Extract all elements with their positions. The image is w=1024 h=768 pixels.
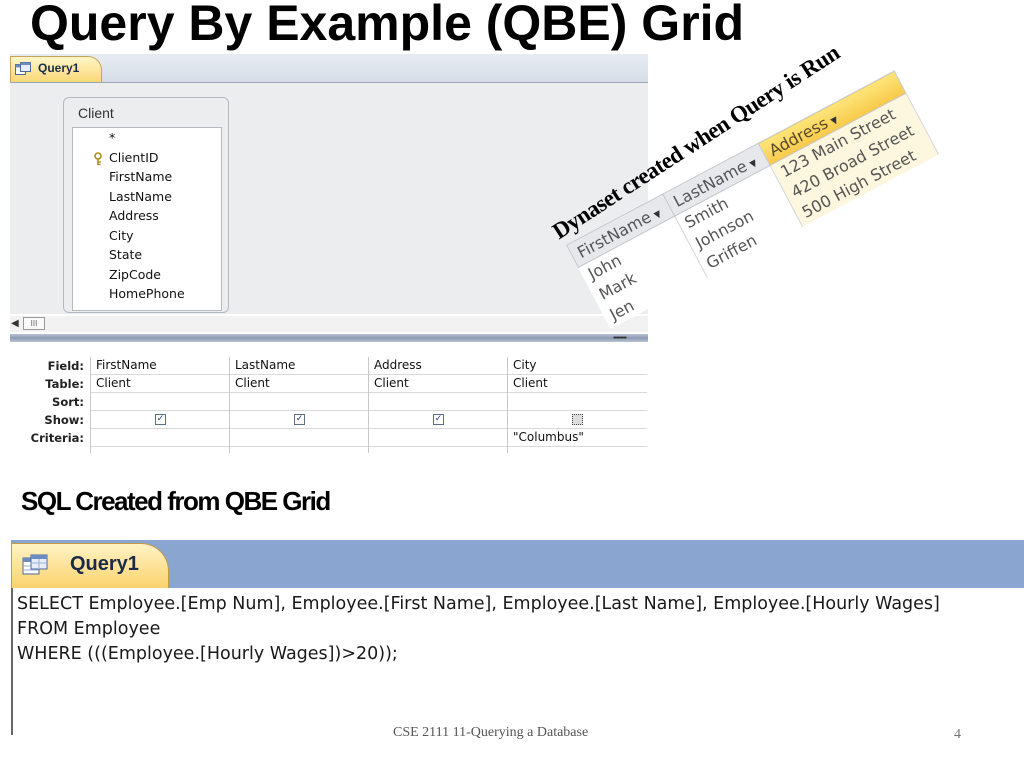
grid-cell-sort[interactable] [369, 393, 508, 411]
grid-cell-sort[interactable] [230, 393, 369, 411]
dropdown-arrow-icon[interactable]: ▼ [829, 115, 840, 127]
query-tab-label: Query1 [38, 61, 80, 75]
field-item[interactable]: ClientID [109, 150, 159, 165]
query-tab-bar: Query1 [10, 54, 648, 83]
sql-view-window: Query1 SELECT Employee.[Emp Num], Employ… [11, 540, 1024, 735]
pane-splitter[interactable]: ••••••••• [10, 334, 648, 342]
grid-cell-criteria[interactable]: "Columbus" [508, 429, 647, 447]
grid-cell-field[interactable]: Address [369, 357, 508, 375]
field-item[interactable]: HomePhone [109, 286, 185, 301]
sql-editor-border [11, 588, 13, 735]
field-item[interactable]: LastName [109, 189, 172, 204]
field-item[interactable]: ZipCode [109, 267, 161, 282]
grid-cell-table[interactable]: Client [508, 375, 647, 393]
show-checkbox[interactable]: ✓ [294, 414, 305, 425]
row-header-criteria: Criteria: [30, 431, 84, 445]
grid-cell-table[interactable]: Client [91, 375, 230, 393]
query-tab[interactable]: Query1 [10, 56, 102, 82]
sql-tab-label: Query1 [70, 553, 139, 575]
sql-line: WHERE (((Employee.[Hourly Wages])>20)); [17, 644, 398, 664]
grid-column: LastName Client ✓ [229, 357, 369, 453]
grid-cell-field[interactable]: LastName [230, 357, 369, 375]
query-icon [15, 62, 31, 75]
sql-heading: SQL Created from QBE Grid [21, 486, 331, 516]
dropdown-arrow-icon[interactable]: ▼ [653, 209, 664, 221]
grid-cell-criteria[interactable] [91, 429, 230, 447]
field-list-window[interactable]: Client * ClientID FirstName LastName Add… [63, 97, 229, 313]
grid-cell-sort[interactable] [508, 393, 647, 411]
show-checkbox[interactable] [572, 414, 583, 425]
primary-key-icon [94, 152, 102, 166]
show-checkbox[interactable]: ✓ [433, 414, 444, 425]
dropdown-arrow-icon[interactable]: ▼ [748, 158, 759, 170]
sql-query-tab[interactable]: Query1 [11, 543, 169, 588]
row-header-sort: Sort: [52, 395, 84, 409]
grid-cell-field[interactable]: City [508, 357, 647, 375]
field-list-title: Client [78, 105, 114, 121]
grid-cell-criteria[interactable] [369, 429, 508, 447]
sql-editor[interactable]: SELECT Employee.[Emp Num], Employee.[Fir… [17, 592, 940, 667]
slide-title: Query By Example (QBE) Grid [30, 0, 745, 51]
field-item[interactable]: FirstName [109, 169, 172, 184]
slide-number: 4 [954, 727, 961, 742]
design-grid: Field: Table: Sort: Show: Criteria: Firs… [10, 343, 648, 453]
field-item[interactable]: State [109, 247, 142, 262]
grid-column: City Client "Columbus" [507, 357, 647, 453]
grid-cell-field[interactable]: FirstName [91, 357, 230, 375]
sql-line: FROM Employee [17, 619, 161, 639]
field-list[interactable]: * ClientID FirstName LastName Address Ci… [72, 127, 222, 311]
show-checkbox[interactable]: ✓ [155, 414, 166, 425]
grid-column: Address Client ✓ [368, 357, 508, 453]
grid-cell-show: ✓ [91, 411, 230, 429]
grid-cell-table[interactable]: Client [230, 375, 369, 393]
grid-cell-show: ✓ [230, 411, 369, 429]
field-item[interactable]: * [109, 130, 115, 145]
field-item[interactable]: Address [109, 208, 159, 223]
grid-column: FirstName Client ✓ [90, 357, 230, 453]
row-header-field: Field: [47, 359, 84, 373]
field-item[interactable]: City [109, 228, 134, 243]
splitter-grip-icon: ••••••••• [612, 335, 627, 342]
horizontal-scrollbar[interactable]: ◀ III [10, 316, 648, 332]
row-header-table: Table: [45, 377, 84, 391]
grid-cell-criteria[interactable] [230, 429, 369, 447]
row-header-show: Show: [44, 413, 84, 427]
query-icon [22, 554, 48, 575]
grid-cell-show: ✓ [369, 411, 508, 429]
slide-footer: CSE 2111 11-Querying a Database [393, 725, 589, 740]
grid-cell-show [508, 411, 647, 429]
grid-cell-sort[interactable] [91, 393, 230, 411]
grid-cell-table[interactable]: Client [369, 375, 508, 393]
table-pane: Client * ClientID FirstName LastName Add… [10, 83, 648, 314]
sql-tab-bar: Query1 [11, 540, 1024, 588]
scroll-thumb[interactable]: III [23, 317, 45, 330]
query-design-window: Query1 Client * ClientID FirstName LastN… [10, 54, 648, 453]
sql-line: SELECT Employee.[Emp Num], Employee.[Fir… [17, 594, 940, 614]
scroll-left-icon[interactable]: ◀ [11, 318, 19, 329]
